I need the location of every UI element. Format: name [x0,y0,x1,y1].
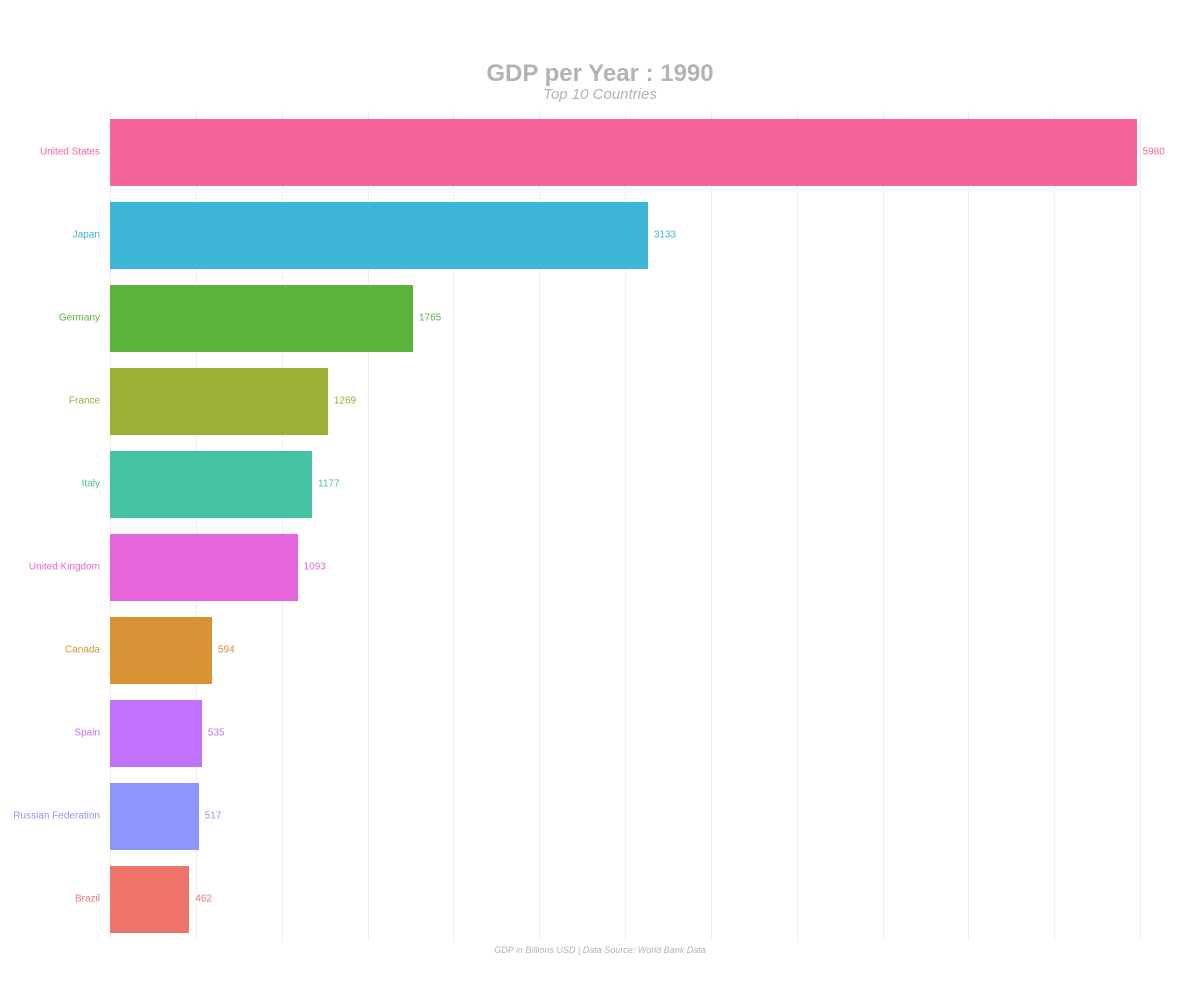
bar: 462 [110,866,189,932]
chart-footer: GDP in Billions USD | Data Source: World… [60,945,1140,955]
category-label: Canada [65,645,110,656]
bar: 517 [110,783,199,849]
bar: 1093 [110,534,298,600]
bar-row: United Kingdom1093 [110,534,1140,600]
bar-value-label: 1093 [298,562,326,573]
bar: 1269 [110,368,328,434]
bar-row: Brazil462 [110,866,1140,932]
bar: 3133 [110,202,648,268]
bar-row: Russian Federation517 [110,783,1140,849]
category-label: France [69,396,110,407]
category-label: United States [40,147,110,158]
bar-value-label: 1177 [312,479,340,490]
bar-value-label: 517 [199,811,222,822]
bar-row: United States5980 [110,119,1140,185]
bar-value-label: 535 [202,728,225,739]
bar: 594 [110,617,212,683]
bar-value-label: 462 [189,894,212,905]
bar: 535 [110,700,202,766]
bar: 5980 [110,119,1137,185]
bar-row: Japan3133 [110,202,1140,268]
bar-value-label: 594 [212,645,235,656]
bar-value-label: 3133 [648,230,676,241]
category-label: Japan [73,230,110,241]
bar-value-label: 1269 [328,396,356,407]
bar-row: Italy1177 [110,451,1140,517]
bar-row: Germany1765 [110,285,1140,351]
chart-subtitle: Top 10 Countries [60,86,1140,103]
bar-row: France1269 [110,368,1140,434]
category-label: Russian Federation [13,811,110,822]
bar-row: Spain535 [110,700,1140,766]
category-label: United Kingdom [29,562,110,573]
plot-area: United States5980 Japan3133 Germany1765 Fra… [110,111,1140,941]
bar-value-label: 1765 [413,313,441,324]
category-label: Spain [74,728,110,739]
bar-value-label: 5980 [1137,147,1165,158]
bar: 1177 [110,451,312,517]
bars-layer: United States5980 Japan3133 Germany1765 Fra… [110,111,1140,941]
bar-row: Canada594 [110,617,1140,683]
category-label: Brazil [75,894,110,905]
bar: 1765 [110,285,413,351]
category-label: Italy [82,479,110,490]
chart-container: GDP per Year : 1990 Top 10 Countries Uni… [0,0,1200,1000]
chart-title: GDP per Year : 1990 [60,60,1140,88]
grid-line [1140,111,1141,941]
category-label: Germany [59,313,110,324]
